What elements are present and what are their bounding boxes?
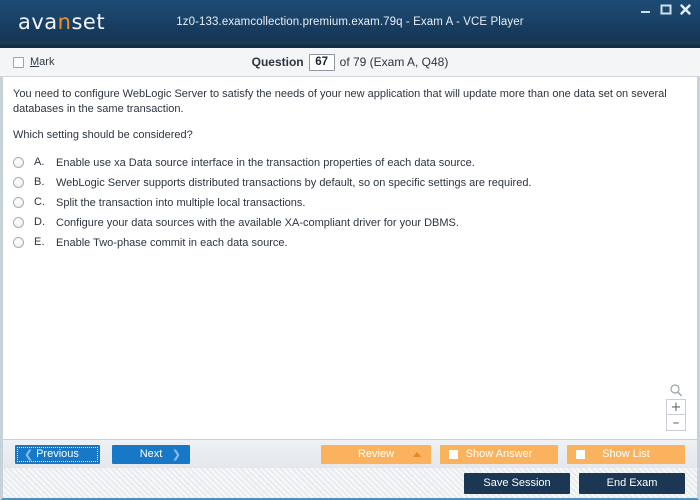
save-session-button[interactable]: Save Session: [464, 472, 570, 494]
option-letter-e: E.: [34, 236, 45, 248]
close-icon[interactable]: [679, 3, 692, 16]
mark-checkbox[interactable]: Mark: [13, 56, 54, 68]
previous-button-label: Previous: [36, 448, 79, 460]
chevron-right-icon: ❯: [171, 447, 181, 461]
radio-icon-b[interactable]: [13, 177, 24, 188]
option-text-c: Split the transaction into multiple loca…: [56, 197, 306, 209]
vce-player-window: avanset 1z0-133.examcollection.premium.e…: [0, 0, 700, 500]
checkbox-icon-answer: [449, 449, 458, 459]
option-text-e: Enable Two-phase commit in each data sou…: [56, 237, 288, 249]
mark-accesskey: M: [30, 56, 40, 68]
question-content: You need to configure WebLogic Server to…: [3, 77, 697, 439]
mark-checkbox-box[interactable]: [13, 56, 24, 68]
footer-bar: Save Session End Exam: [0, 468, 700, 500]
review-button-label: Review: [357, 448, 395, 460]
zoom-controls: + –: [665, 381, 687, 431]
answer-options-list: A. Enable use xa Data source interface i…: [13, 156, 685, 250]
answer-option-e[interactable]: E. Enable Two-phase commit in each data …: [13, 236, 685, 250]
chevron-left-icon: ❮: [24, 447, 34, 461]
question-counter: Question 67 of 79 (Exam A, Q48): [0, 53, 700, 71]
option-letter-a: A.: [34, 156, 45, 168]
previous-button[interactable]: ❮ Previous: [15, 444, 100, 464]
answer-option-a[interactable]: A. Enable use xa Data source interface i…: [13, 156, 685, 170]
radio-icon-a[interactable]: [13, 157, 24, 168]
option-letter-d: D.: [34, 216, 45, 228]
question-header-bar: Mark Question 67 of 79 (Exam A, Q48): [0, 48, 700, 77]
mark-label-rest: ark: [39, 56, 55, 68]
option-text-d: Configure your data sources with the ava…: [56, 217, 459, 229]
next-button[interactable]: Next ❯: [112, 444, 190, 464]
end-exam-label: End Exam: [606, 477, 658, 489]
option-text-b: WebLogic Server supports distributed tra…: [56, 177, 532, 189]
zoom-out-button[interactable]: –: [666, 415, 686, 431]
option-letter-b: B.: [34, 176, 45, 188]
checkbox-icon-list: [576, 449, 585, 459]
navigation-bar: ❮ Previous Next ❯ Review Show Answer Sho…: [0, 439, 700, 468]
option-letter-c: C.: [34, 196, 45, 208]
show-answer-button-label: Show Answer: [465, 448, 533, 460]
question-label: Question: [251, 55, 304, 69]
answer-option-d[interactable]: D. Configure your data sources with the …: [13, 216, 685, 230]
radio-icon-c[interactable]: [13, 197, 24, 208]
chevron-up-icon: [413, 451, 421, 457]
answer-option-c[interactable]: C. Split the transaction into multiple l…: [13, 196, 685, 210]
question-paragraph-1: You need to configure WebLogic Server to…: [13, 88, 667, 115]
option-text-a: Enable use xa Data source interface in t…: [56, 157, 475, 169]
next-button-label: Next: [139, 448, 163, 460]
radio-icon-d[interactable]: [13, 217, 24, 228]
save-session-label: Save Session: [483, 477, 551, 489]
window-controls: [639, 3, 692, 16]
title-bar: avanset 1z0-133.examcollection.premium.e…: [0, 0, 700, 48]
end-exam-button[interactable]: End Exam: [579, 472, 685, 494]
question-paragraph-2: Which setting should be considered?: [13, 129, 193, 141]
minimize-icon[interactable]: [639, 3, 652, 16]
search-icon[interactable]: [666, 381, 686, 399]
answer-option-b[interactable]: B. WebLogic Server supports distributed …: [13, 176, 685, 190]
question-content-area: You need to configure WebLogic Server to…: [0, 77, 700, 439]
window-title: 1z0-133.examcollection.premium.exam.79q …: [176, 16, 524, 28]
question-total-label: of 79 (Exam A, Q48): [339, 55, 449, 69]
show-list-button[interactable]: Show List: [567, 444, 685, 464]
radio-icon-e[interactable]: [13, 237, 24, 248]
maximize-icon[interactable]: [659, 3, 672, 16]
zoom-in-button[interactable]: +: [666, 399, 686, 415]
question-number-input[interactable]: 67: [308, 53, 335, 71]
review-button[interactable]: Review: [321, 444, 431, 464]
show-answer-button[interactable]: Show Answer: [440, 444, 558, 464]
mark-label: Mark: [30, 56, 54, 68]
show-list-button-label: Show List: [602, 448, 650, 460]
